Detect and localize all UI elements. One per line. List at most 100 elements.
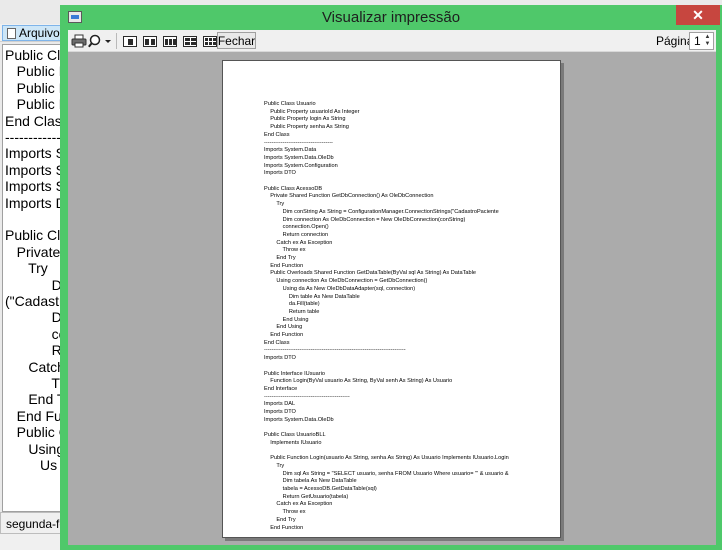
editor-line: Dim [51,309,63,326]
page-label: Página [656,34,694,48]
printed-line: Throw ex [264,247,306,254]
printed-line: Implements IUsuario [264,439,322,446]
printer-icon [71,34,86,48]
printed-line: Function Login(ByVal usuario As String, … [264,378,453,385]
three-pages-button[interactable] [162,33,178,49]
printed-line: Using da As New OleDbDataAdapter(sql, co… [264,285,416,292]
printed-line: Imports System.Configuration [264,162,338,169]
editor-line: d [5,489,64,506]
page-spinner[interactable]: ▲ ▼ [703,34,712,48]
editor-line: Private [5,243,61,260]
magnifier-icon [88,34,111,48]
editor-line: Try [5,260,48,277]
editor-line: Imports S [5,178,64,195]
editor-line: Imports S [5,161,64,178]
printed-line: End Try [264,255,296,261]
printed-line: Public Function Login(usuario As String,… [264,455,509,462]
printed-line: Return table [264,308,320,315]
two-pages-button[interactable] [142,33,158,49]
printed-line: Dim sql As String = "SELECT usuario, sen… [264,470,509,477]
menu-arquivo-label: Arquivo [19,26,60,40]
one-page-button[interactable] [122,33,138,49]
three-pages-icon [163,35,177,47]
printed-line: ------------------------------------- [264,139,333,146]
editor-line: End Fu [5,407,62,424]
print-preview-dialog: Visualizar impressão ✕ Fechar Página 1 ▲… [60,5,722,550]
printed-line: End Class [264,339,290,346]
editor-line: Re [5,342,64,359]
printed-line: Catch ex As Exception [264,501,333,508]
printed-line: Private Shared Function GetDbConnection(… [264,193,434,200]
menu-bar: Arquivo [0,24,68,42]
preview-page: Public Class Usuario Public Property usu… [222,60,561,538]
preview-client-area: Fechar Página 1 ▲ ▼ Public Class Usuario… [68,30,716,545]
printed-line: Dim connection As OleDbConnection = New … [264,216,466,223]
preview-toolbar: Fechar Página 1 ▲ ▼ [68,30,716,52]
status-bar: segunda-feira [0,512,68,534]
printed-line: Catch ex As Exception [264,239,333,246]
code-editor[interactable]: Public Cla Public P Public P Public P End… [2,44,64,512]
six-pages-icon [203,35,217,47]
editor-line: Us [5,457,58,473]
editor-line: Public P [5,96,64,113]
page-number-input[interactable]: 1 ▲ ▼ [689,32,714,50]
printed-line: tabela = AcessoDB.GetDataTable(sql) [264,486,377,492]
editor-line: Public P [5,63,64,80]
window-title: Visualizar impressão [321,9,461,26]
printed-line: Imports DTO [264,170,296,177]
printed-line: da.Fill(table) [264,301,320,308]
printed-line: Using connection As OleDbConnection = Ge… [264,278,428,285]
printed-line: Dim tabela As New DataTable [264,478,357,485]
printed-line: Public Property login As String [264,116,346,123]
printed-line: Imports DTO [264,355,296,362]
four-pages-button[interactable] [182,33,198,49]
editor-line: Imports S [5,145,64,162]
editor-line: con [51,325,63,342]
printed-line: Try [264,201,285,208]
spin-down-icon[interactable]: ▼ [703,41,712,48]
spin-up-icon[interactable]: ▲ [703,34,712,41]
menu-arquivo[interactable]: Arquivo [2,25,65,41]
print-button[interactable] [70,33,87,49]
zoom-button[interactable] [88,33,112,49]
printed-line: ----------------------------------------… [264,347,406,354]
one-page-icon [123,35,137,47]
toolbar-separator [116,33,117,49]
editor-line: End T [5,391,64,408]
six-pages-button[interactable] [202,33,218,49]
editor-line: Imports D [5,194,64,211]
printed-line: End Function [264,524,304,531]
printed-line: Imports System.Data [264,147,317,154]
close-window-button[interactable]: ✕ [676,5,720,25]
editor-line: ("Cadastr [5,293,64,309]
printed-line: Public Property senha As String [264,124,349,131]
printed-line: Throw ex [264,509,306,516]
title-bar[interactable]: Visualizar impressão ✕ [60,5,722,30]
editor-line: Thr [51,375,63,391]
printed-line: Imports System.Data.OleDb [264,416,334,423]
printed-line: ----------------------------------------… [264,393,350,400]
page-number-value: 1 [694,34,701,48]
printed-line: Dim conString As String = ConfigurationM… [264,208,499,215]
editor-line: Using [5,440,64,457]
printed-line: End Using [264,324,303,331]
editor-line: D [5,473,64,490]
printed-line: Public Property usuarioId As Integer [264,108,360,115]
status-text: segunda-feira [6,517,67,531]
printed-line: End Using [264,316,309,323]
editor-line: Catch [5,358,64,375]
fechar-button[interactable]: Fechar [217,32,256,49]
four-pages-icon [183,35,197,47]
editor-line: End Class [5,112,64,129]
printed-line: Public Class UsuarioBLL [264,432,326,439]
editor-line: Dim [51,276,63,293]
printed-line: Return GetUsuario(tabela) [264,493,349,500]
editor-line: Public Cla [5,47,64,63]
printed-line: connection.Open() [264,224,329,231]
printed-line: Return connection [264,231,329,238]
printed-line: End Function [264,332,304,338]
printed-line: End Function [264,262,304,269]
printed-line: End Class [264,131,290,138]
file-icon [7,27,16,39]
editor-line: Public P [5,79,64,96]
